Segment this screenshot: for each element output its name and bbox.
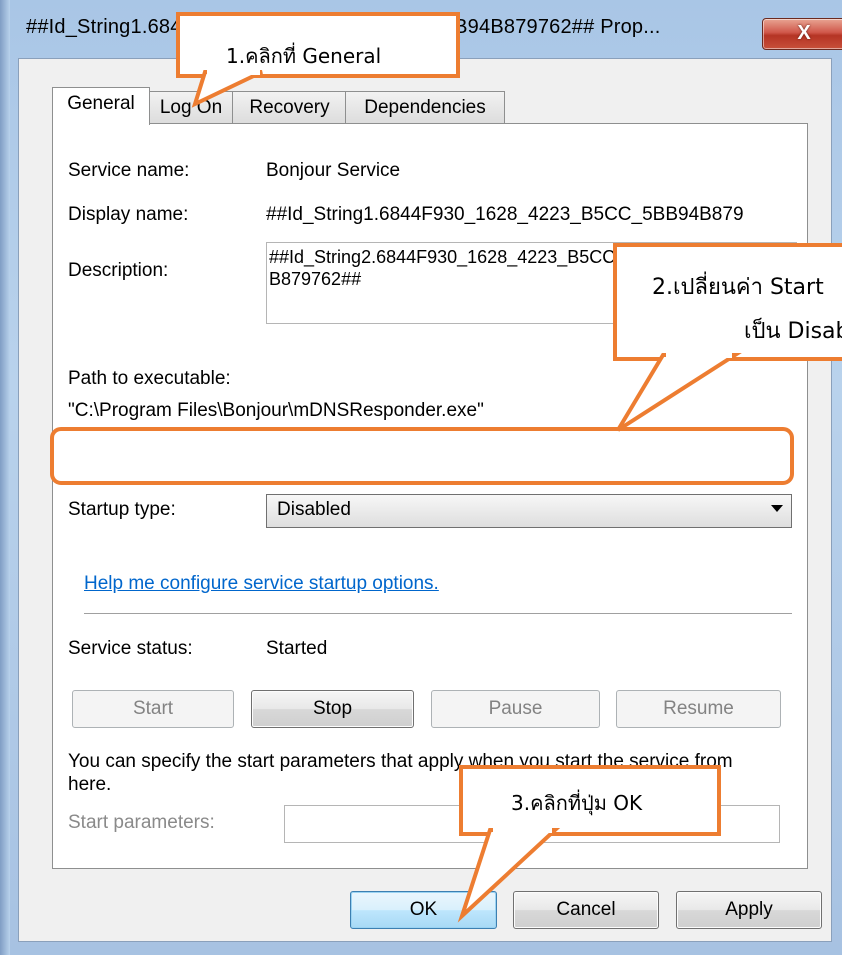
callout-step2-pointer <box>616 353 742 432</box>
startup-type-highlight <box>50 427 794 485</box>
callout-step3-pointer <box>457 828 561 923</box>
annotation-overlay <box>50 69 794 923</box>
callout-step1-pointer <box>191 70 263 108</box>
